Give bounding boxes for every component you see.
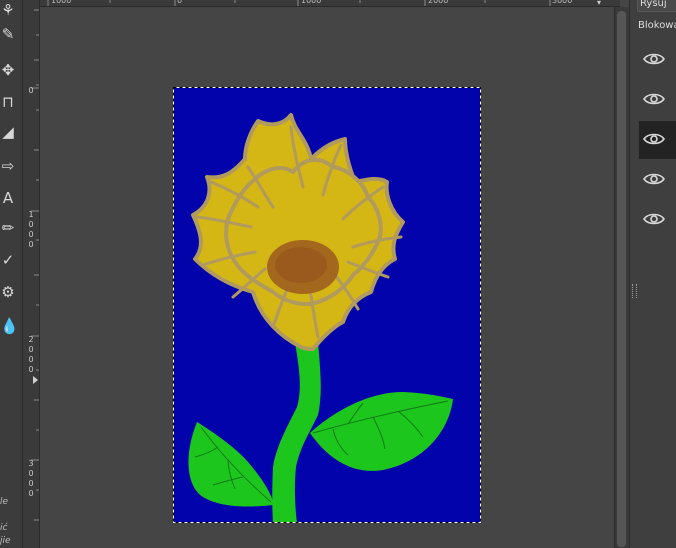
sunflower-image[interactable]	[173, 87, 481, 523]
layer-visibility-eye-icon[interactable]	[643, 91, 665, 110]
vertical-ruler-label: 1000	[28, 210, 34, 249]
toolbox-option-label: ić	[0, 523, 8, 533]
horizontal-ruler-ticks	[47, 0, 551, 6]
layer-visibility-eye-icon[interactable]	[643, 211, 665, 230]
smudge-tool-icon[interactable]: 💧	[0, 316, 19, 336]
crop-tool-icon[interactable]: ⊓	[0, 92, 16, 112]
horizontal-ruler-label: 2000	[428, 0, 449, 5]
heal-tool-icon[interactable]: ✓	[0, 250, 16, 270]
layer-visibility-eye-icon[interactable]	[643, 51, 665, 70]
shear-tool-icon[interactable]: ◢	[0, 122, 16, 142]
vertical-ruler-pointer-icon	[33, 376, 38, 384]
horizontal-ruler-label: 0	[177, 0, 183, 5]
layer-row[interactable]	[639, 161, 676, 199]
vertical-ruler: 0 1000 2000 3000	[23, 0, 40, 548]
layer-visibility-eye-icon[interactable]	[643, 131, 665, 150]
clone-tool-icon[interactable]: ⚙	[0, 282, 16, 302]
vertical-ruler-label: 3000	[28, 459, 34, 498]
fuzzy-select-icon[interactable]: ⚘	[0, 0, 16, 20]
horizontal-ruler: 1000 0 1000 2000 3000	[40, 0, 620, 7]
layer-row[interactable]	[639, 201, 676, 239]
toolbox-option-label: le	[0, 497, 9, 507]
paint-mode-field[interactable]: Rysuj	[637, 0, 676, 12]
vertical-scrollbar-thumb[interactable]	[617, 11, 626, 547]
paintbrush-icon[interactable]: ✏	[0, 218, 16, 238]
layer-row[interactable]	[639, 81, 676, 119]
toolbox: ⚘ ✎ ✥ ⊓ ◢ ⇨ A ✏ ✓ ⚙ 💧 le ić jie	[0, 0, 23, 548]
horizontal-ruler-label: 1000	[301, 0, 322, 5]
selection-marquee	[173, 87, 481, 523]
layers-dock: Rysuj Blokowa	[629, 0, 676, 548]
vertical-scrollbar[interactable]	[614, 7, 629, 548]
color-picker-icon[interactable]: ✎	[0, 24, 16, 44]
move-tool-icon[interactable]: ✥	[0, 60, 16, 80]
text-tool-icon[interactable]: A	[0, 188, 16, 208]
lock-label: Blokowa	[638, 20, 676, 31]
navigate-corner-icon[interactable]: ▾	[597, 0, 607, 7]
flip-tool-icon[interactable]: ⇨	[0, 156, 16, 176]
layer-row[interactable]	[639, 121, 676, 159]
layer-visibility-eye-icon[interactable]	[643, 171, 665, 190]
vertical-ruler-label: 0	[28, 86, 34, 95]
toolbox-option-label: jie	[0, 536, 11, 546]
dock-resize-grip-icon[interactable]	[632, 284, 637, 298]
horizontal-ruler-label: 3000	[552, 0, 573, 5]
layer-row[interactable]	[639, 41, 676, 79]
vertical-ruler-label: 2000	[28, 335, 34, 374]
horizontal-ruler-label: 1000	[51, 0, 72, 5]
